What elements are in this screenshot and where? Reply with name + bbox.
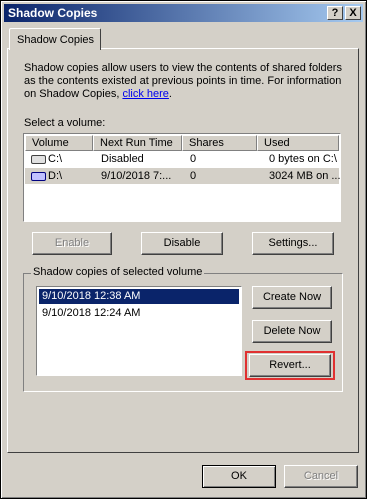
help-button[interactable]: ? xyxy=(327,6,343,20)
column-header-shares[interactable]: Shares xyxy=(182,135,257,151)
select-volume-label: Select a volume: xyxy=(24,117,106,129)
delete-now-button[interactable]: Delete Now xyxy=(252,320,332,343)
revert-button[interactable]: Revert... xyxy=(249,354,331,377)
column-header-used[interactable]: Used xyxy=(257,135,339,151)
shadow-copy-item[interactable]: 9/10/2018 12:24 AM xyxy=(39,306,239,321)
column-header-next-run[interactable]: Next Run Time xyxy=(93,135,182,151)
shadow-copy-item-selected[interactable]: 9/10/2018 12:38 AM xyxy=(39,289,239,304)
help-link[interactable]: click here xyxy=(122,88,168,100)
close-button[interactable]: X xyxy=(345,6,361,20)
cancel-button[interactable]: Cancel xyxy=(284,465,358,488)
description-text: Shadow copies allow users to view the co… xyxy=(24,62,342,100)
settings-button[interactable]: Settings... xyxy=(252,232,334,255)
title-bar[interactable]: Shadow Copies ? X xyxy=(4,4,363,22)
tab-shadow-copies[interactable]: Shadow Copies xyxy=(9,28,101,50)
tab-label: Shadow Copies xyxy=(17,34,95,46)
ok-button[interactable]: OK xyxy=(202,465,276,488)
shadow-copy-list[interactable]: 9/10/2018 12:38 AM 9/10/2018 12:24 AM xyxy=(36,286,242,376)
scheduled-drive-icon xyxy=(31,171,46,181)
hard-drive-icon xyxy=(31,154,46,164)
volume-list-header: Volume Next Run Time Shares Used xyxy=(25,135,339,151)
volume-row[interactable]: C:\ Disabled 0 0 bytes on C:\ xyxy=(25,151,339,167)
disable-button[interactable]: Disable xyxy=(141,232,223,255)
enable-button[interactable]: Enable xyxy=(32,232,112,255)
volume-list[interactable]: Volume Next Run Time Shares Used C:\ Dis… xyxy=(23,133,341,222)
column-header-volume[interactable]: Volume xyxy=(25,135,93,151)
volume-row-selected[interactable]: D:\ 9/10/2018 7:... 0 3024 MB on ... xyxy=(25,168,341,184)
create-now-button[interactable]: Create Now xyxy=(252,286,332,309)
window-title: Shadow Copies xyxy=(8,6,98,20)
shadow-copies-group-label: Shadow copies of selected volume xyxy=(31,266,205,278)
